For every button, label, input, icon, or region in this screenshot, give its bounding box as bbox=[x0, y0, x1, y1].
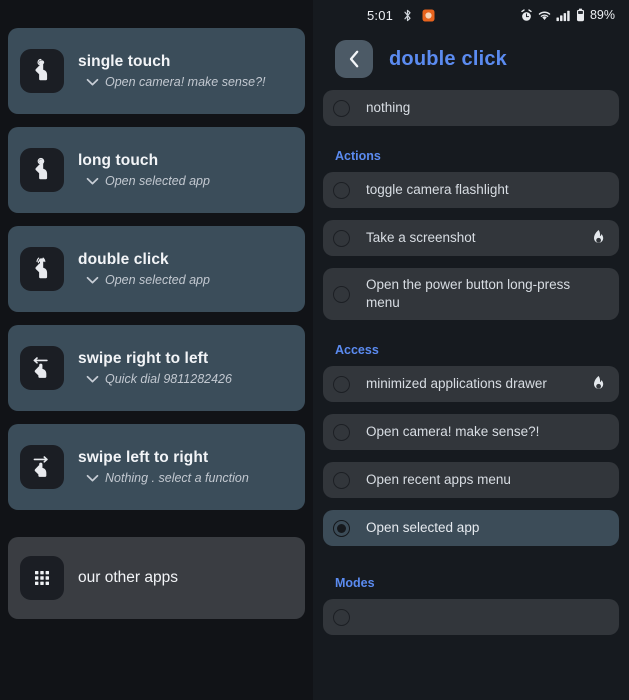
gesture-subtitle: Quick dial 9811282426 bbox=[105, 372, 232, 386]
option-row-take-a-screenshot[interactable]: Take a screenshot bbox=[323, 220, 619, 256]
grid-apps-icon bbox=[20, 556, 64, 600]
status-bar: 5:01 89% bbox=[313, 0, 629, 30]
page-title: double click bbox=[389, 47, 507, 70]
gesture-card-text: swipe right to left Quick dial 981128242… bbox=[78, 349, 232, 387]
section-header-access: Access bbox=[335, 343, 379, 357]
gesture-subtitle: Open selected app bbox=[105, 174, 210, 188]
our-other-apps-label: our other apps bbox=[78, 569, 178, 586]
gesture-card-text: swipe left to right Nothing . select a f… bbox=[78, 448, 249, 486]
status-bar-left: 5:01 bbox=[367, 8, 435, 23]
section-header-actions: Actions bbox=[335, 149, 381, 163]
option-label: Open camera! make sense?! bbox=[366, 424, 540, 439]
radio-button[interactable] bbox=[333, 99, 350, 117]
radio-button[interactable] bbox=[333, 519, 350, 537]
gesture-subtitle-row[interactable]: Open selected app bbox=[78, 173, 210, 189]
gesture-card-double-click[interactable]: double click Open selected app bbox=[8, 226, 305, 312]
gesture-subtitle: Open camera! make sense?! bbox=[105, 75, 266, 89]
chevron-down-icon bbox=[86, 78, 99, 85]
gesture-subtitle-row[interactable]: Quick dial 9811282426 bbox=[78, 371, 232, 387]
gesture-title: swipe right to left bbox=[78, 350, 209, 367]
signal-bars-icon bbox=[556, 10, 570, 21]
flame-icon bbox=[594, 229, 604, 243]
option-label: Open selected app bbox=[366, 520, 480, 535]
radio-button[interactable] bbox=[333, 375, 350, 393]
screen-header: double click bbox=[313, 30, 629, 90]
gesture-title: single touch bbox=[78, 53, 171, 70]
battery-icon bbox=[576, 8, 584, 22]
option-label: nothing bbox=[366, 100, 411, 115]
gesture-card-long-touch[interactable]: long touch Open selected app bbox=[8, 127, 305, 213]
option-row-toggle-camera-flashlight[interactable]: toggle camera flashlight bbox=[323, 172, 619, 208]
app-notification-icon bbox=[422, 9, 435, 21]
gesture-title: double click bbox=[78, 251, 169, 268]
gesture-subtitle: Open selected app bbox=[105, 273, 210, 287]
our-other-apps-button[interactable]: our other apps bbox=[8, 537, 305, 619]
gesture-title: long touch bbox=[78, 152, 159, 169]
back-button[interactable] bbox=[335, 40, 373, 78]
option-label: Open the power button long-press menu bbox=[366, 277, 571, 310]
option-label: toggle camera flashlight bbox=[366, 182, 509, 197]
gesture-card-text: single touch Open camera! make sense?! bbox=[78, 52, 266, 90]
radio-button[interactable] bbox=[333, 608, 350, 626]
status-bar-right: 89% bbox=[520, 0, 615, 30]
gesture-card-text: long touch Open selected app bbox=[78, 151, 210, 189]
gesture-subtitle: Nothing . select a function bbox=[105, 471, 249, 485]
battery-percent: 89% bbox=[589, 8, 615, 22]
gesture-card-text: double click Open selected app bbox=[78, 250, 210, 288]
option-row-nothing[interactable]: nothing bbox=[323, 90, 619, 126]
chevron-down-icon bbox=[86, 177, 99, 184]
option-row-partial[interactable] bbox=[323, 599, 619, 635]
app-screen: single touch Open camera! make sense?! l… bbox=[0, 0, 629, 700]
radio-button[interactable] bbox=[333, 471, 350, 489]
gesture-card-single-touch[interactable]: single touch Open camera! make sense?! bbox=[8, 28, 305, 114]
long-touch-icon bbox=[20, 148, 64, 192]
status-clock: 5:01 bbox=[367, 7, 394, 23]
option-row-minimized-applications-drawer[interactable]: minimized applications drawer bbox=[323, 366, 619, 402]
alarm-icon bbox=[521, 8, 532, 21]
option-row-open-selected-app[interactable]: Open selected app bbox=[323, 510, 619, 546]
double-click-icon bbox=[20, 247, 64, 291]
swipe-right-to-left-icon bbox=[20, 346, 64, 390]
option-row-open-camera[interactable]: Open camera! make sense?! bbox=[323, 414, 619, 450]
option-label: minimized applications drawer bbox=[366, 376, 547, 391]
radio-button[interactable] bbox=[333, 229, 350, 247]
chevron-down-icon bbox=[86, 276, 99, 283]
action-options-list: nothing Actions toggle camera flashlight… bbox=[313, 90, 629, 635]
swipe-left-to-right-icon bbox=[20, 445, 64, 489]
gesture-title: swipe left to right bbox=[78, 449, 209, 466]
single-touch-icon bbox=[20, 49, 64, 93]
radio-button[interactable] bbox=[333, 285, 350, 303]
radio-button[interactable] bbox=[333, 423, 350, 441]
gesture-subtitle-row[interactable]: Open camera! make sense?! bbox=[78, 74, 266, 90]
gesture-subtitle-row[interactable]: Nothing . select a function bbox=[78, 470, 249, 486]
flame-icon bbox=[594, 375, 604, 389]
option-row-open-recent-apps-menu[interactable]: Open recent apps menu bbox=[323, 462, 619, 498]
gesture-card-swipe-right-to-left[interactable]: swipe right to left Quick dial 981128242… bbox=[8, 325, 305, 411]
wifi-icon bbox=[538, 11, 551, 20]
chevron-down-icon bbox=[86, 474, 99, 481]
gesture-list-panel: single touch Open camera! make sense?! l… bbox=[0, 0, 313, 700]
option-label: Open recent apps menu bbox=[366, 472, 511, 487]
action-picker-panel: 5:01 89% double click nothing Actions to… bbox=[313, 0, 629, 700]
gesture-card-swipe-left-to-right[interactable]: swipe left to right Nothing . select a f… bbox=[8, 424, 305, 510]
chevron-down-icon bbox=[86, 375, 99, 382]
option-row-open-power-button-menu[interactable]: Open the power button long-press menu bbox=[323, 268, 619, 320]
bluetooth-icon bbox=[404, 9, 411, 21]
radio-button[interactable] bbox=[333, 181, 350, 199]
gesture-subtitle-row[interactable]: Open selected app bbox=[78, 272, 210, 288]
section-header-modes: Modes bbox=[335, 576, 375, 590]
option-label: Take a screenshot bbox=[366, 230, 476, 245]
chevron-left-icon bbox=[349, 50, 358, 68]
